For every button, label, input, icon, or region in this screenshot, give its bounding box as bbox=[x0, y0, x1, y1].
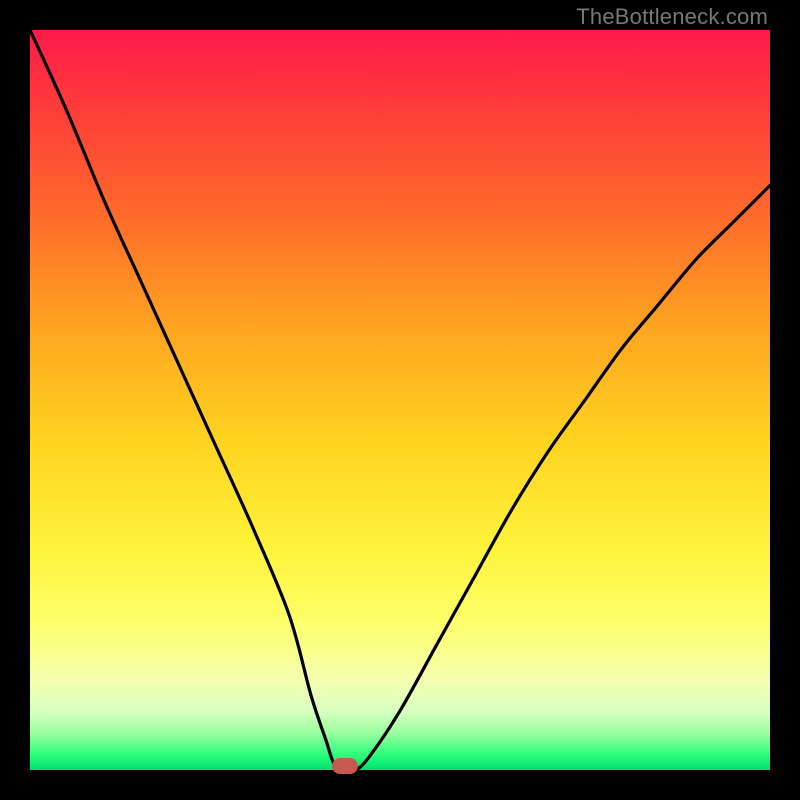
curve-layer bbox=[30, 30, 770, 770]
chart-frame: TheBottleneck.com bbox=[0, 0, 800, 800]
minimum-marker bbox=[332, 758, 358, 774]
watermark-text: TheBottleneck.com bbox=[576, 4, 768, 30]
bottleneck-curve-path bbox=[30, 30, 770, 770]
